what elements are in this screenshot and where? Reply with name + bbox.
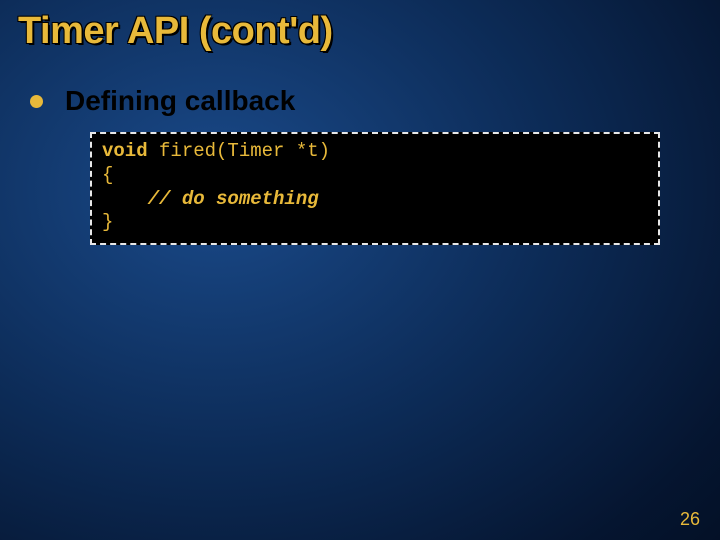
slide-title: Timer API (cont'd): [18, 10, 333, 53]
code-block: void fired(Timer *t) { // do something }: [90, 132, 660, 245]
code-text: }: [102, 211, 113, 233]
code-text: {: [102, 164, 113, 186]
code-comment: // do something: [148, 188, 319, 210]
code-keyword: void: [102, 140, 148, 162]
bullet-item: Defining callback: [30, 85, 295, 117]
bullet-icon: [30, 95, 43, 108]
code-indent: [102, 188, 148, 210]
page-number: 26: [680, 509, 700, 530]
code-text: fired(Timer *t): [148, 140, 330, 162]
bullet-text: Defining callback: [65, 85, 295, 117]
